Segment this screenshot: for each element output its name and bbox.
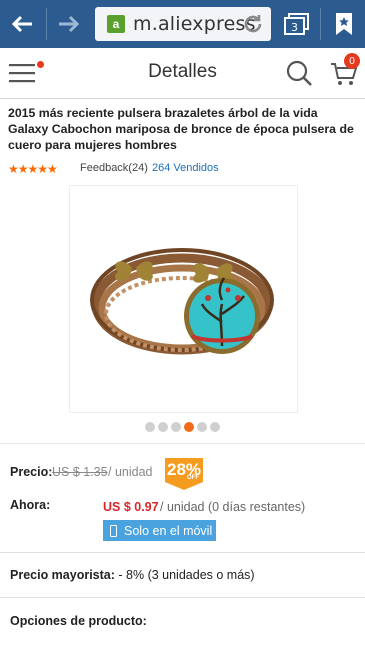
sold-count-link[interactable]: 264 Vendidos <box>152 162 219 174</box>
original-price-unit: / unidad <box>108 465 153 479</box>
toolbar-divider <box>46 8 47 40</box>
divider <box>0 597 365 598</box>
feedback-link[interactable]: Feedback(24) <box>80 162 148 174</box>
reload-icon[interactable] <box>241 12 265 36</box>
arrow-left-icon <box>11 15 32 33</box>
bookmark-star-icon <box>336 13 352 35</box>
price-label: Precio: <box>10 465 53 479</box>
mobile-only-label: Solo en el móvil <box>124 523 213 538</box>
carousel-dot[interactable] <box>171 422 181 432</box>
divider <box>0 552 365 553</box>
tabs-button[interactable]: 3 <box>282 0 312 48</box>
product-options-heading[interactable]: Opciones de producto: <box>10 614 147 628</box>
browser-toolbar: a m.aliexpress 3 <box>0 0 365 48</box>
tabs-icon: 3 <box>284 13 309 35</box>
carousel-dot[interactable] <box>210 422 220 432</box>
app-header: Detalles 0 <box>0 48 365 99</box>
cart-count-badge: 0 <box>344 53 360 69</box>
address-bar[interactable]: a m.aliexpress <box>95 7 271 41</box>
bracelet-photo <box>90 248 274 355</box>
carousel-dot[interactable] <box>145 422 155 432</box>
wholesale-value: - 8% (3 unidades o más) <box>114 568 255 582</box>
carousel-dot-active[interactable] <box>184 422 194 432</box>
star-rating-icon: ★★★★★ <box>8 162 58 176</box>
sale-price: US $ 0.97 <box>103 500 159 514</box>
sale-price-unit: / unidad (0 días restantes) <box>160 500 306 514</box>
bookmark-button[interactable] <box>326 0 362 48</box>
product-image[interactable] <box>69 185 298 413</box>
site-favicon-icon: a <box>107 15 125 33</box>
arrow-right-icon <box>59 15 80 33</box>
toolbar-divider <box>320 8 321 40</box>
rating-stars: ★★★★★ <box>8 162 58 176</box>
wholesale-price: Precio mayorista: - 8% (3 unidades o más… <box>10 568 255 582</box>
image-carousel-indicators <box>145 422 220 432</box>
divider <box>0 443 365 444</box>
discount-badge: 28% OFF <box>165 458 203 490</box>
product-title: 2015 más reciente pulsera brazaletes árb… <box>8 106 354 152</box>
carousel-dot[interactable] <box>197 422 207 432</box>
now-label: Ahora: <box>10 498 51 512</box>
phone-icon <box>110 524 117 537</box>
discount-off-label: OFF <box>187 475 199 481</box>
mobile-only-tag: Solo en el móvil <box>103 520 216 541</box>
wholesale-label: Precio mayorista: <box>10 568 115 582</box>
back-button[interactable] <box>0 0 44 48</box>
original-price: US $ 1.35 <box>52 465 108 479</box>
search-icon[interactable] <box>285 59 313 87</box>
tab-count: 3 <box>291 21 298 34</box>
forward-button[interactable] <box>48 0 90 48</box>
carousel-dot[interactable] <box>158 422 168 432</box>
url-text: m.aliexpress <box>133 13 256 35</box>
